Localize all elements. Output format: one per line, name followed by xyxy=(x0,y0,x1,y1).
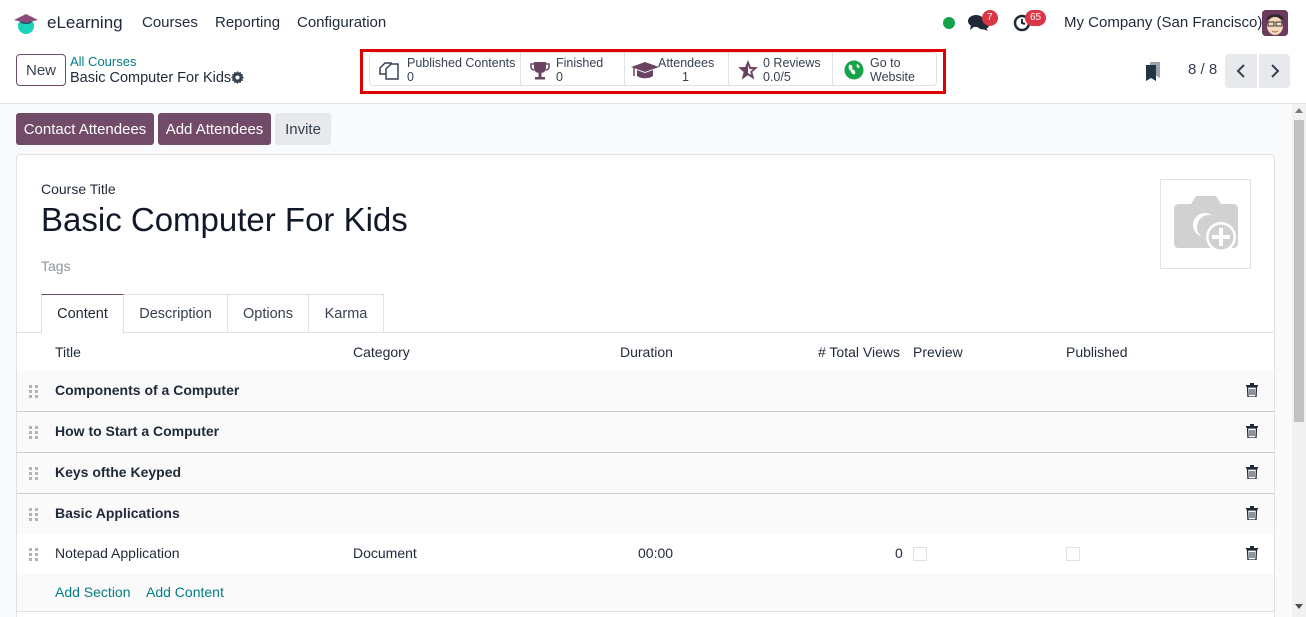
trophy-icon xyxy=(530,62,550,80)
pager-previous-button[interactable] xyxy=(1225,54,1257,88)
trash-icon[interactable] xyxy=(1246,383,1258,397)
column-total-views[interactable]: # Total Views xyxy=(818,344,900,360)
content-title[interactable]: Notepad Application xyxy=(55,545,180,561)
company-switcher[interactable]: My Company (San Francisco) xyxy=(1064,14,1262,31)
published-checkbox[interactable] xyxy=(1066,547,1080,561)
add-attendees-button[interactable]: Add Attendees xyxy=(158,113,271,145)
tab-description[interactable]: Description xyxy=(124,294,228,333)
tags-input[interactable]: Tags xyxy=(41,258,71,274)
table-row-section[interactable]: How to Start a Computer xyxy=(17,412,1274,453)
content-category: Document xyxy=(353,545,417,561)
table-row-content[interactable]: Notepad Application Document 00:00 0 xyxy=(17,534,1274,575)
bookmark-icon[interactable] xyxy=(1144,60,1162,82)
contact-attendees-button[interactable]: Contact Attendees xyxy=(16,113,154,145)
stat-label: Published Contents xyxy=(407,56,516,70)
stat-go-to-website[interactable]: Go to Website xyxy=(833,52,937,86)
page-scrollbar[interactable] xyxy=(1292,104,1306,617)
column-category[interactable]: Category xyxy=(353,344,410,360)
chevron-right-icon xyxy=(1270,64,1279,78)
pager-value[interactable]: 8 / 8 xyxy=(1188,61,1217,78)
section-title[interactable]: Keys ofthe Keyped xyxy=(55,464,181,480)
scroll-down-arrow-icon[interactable] xyxy=(1295,604,1303,609)
stat-value: 0 xyxy=(556,70,563,84)
section-title[interactable]: How to Start a Computer xyxy=(55,423,219,439)
documents-icon xyxy=(379,62,399,80)
stat-value: Website xyxy=(870,70,915,84)
breadcrumb-all-courses[interactable]: All Courses xyxy=(70,54,136,69)
scroll-thumb[interactable] xyxy=(1294,120,1304,422)
drag-handle-icon[interactable] xyxy=(29,467,38,480)
camera-add-icon xyxy=(1173,196,1238,252)
column-published[interactable]: Published xyxy=(1066,344,1128,360)
stat-published-contents[interactable]: Published Contents 0 xyxy=(369,52,521,86)
table-header: Title Category Duration # Total Views Pr… xyxy=(17,333,1274,372)
table-row-section[interactable]: Basic Applications xyxy=(17,494,1274,535)
stat-reviews[interactable]: 0 Reviews 0.0/5 xyxy=(729,52,833,86)
add-content-link[interactable]: Add Content xyxy=(146,584,224,600)
add-section-link[interactable]: Add Section xyxy=(55,584,131,600)
globe-icon xyxy=(844,60,864,80)
tab-options[interactable]: Options xyxy=(228,294,309,333)
stat-value: 0.0/5 xyxy=(763,70,791,84)
stat-value: 0 xyxy=(407,70,414,84)
course-image-upload[interactable] xyxy=(1160,179,1251,269)
menu-configuration[interactable]: Configuration xyxy=(297,14,386,31)
menu-reporting[interactable]: Reporting xyxy=(215,14,280,31)
table-row-section[interactable]: Components of a Computer xyxy=(17,371,1274,412)
online-status-icon[interactable] xyxy=(943,17,955,29)
trash-icon[interactable] xyxy=(1246,424,1258,438)
course-title-input[interactable]: Basic Computer For Kids xyxy=(41,201,408,239)
activities-count-badge: 65 xyxy=(1025,10,1047,26)
tab-content[interactable]: Content xyxy=(41,294,124,334)
elearning-logo-icon[interactable] xyxy=(14,11,38,35)
pager-next-button[interactable] xyxy=(1258,54,1290,88)
trash-icon[interactable] xyxy=(1246,546,1258,560)
content-total-views: 0 xyxy=(895,545,903,561)
drag-handle-icon[interactable] xyxy=(29,426,38,439)
stat-label: Finished xyxy=(556,56,604,70)
stat-finished[interactable]: Finished 0 xyxy=(521,52,625,86)
user-avatar[interactable] xyxy=(1262,10,1288,36)
content-duration: 00:00 xyxy=(638,545,674,561)
scroll-up-arrow-icon[interactable] xyxy=(1295,108,1303,113)
course-title-label: Course Title xyxy=(41,181,116,197)
table-row-section[interactable]: Keys ofthe Keyped xyxy=(17,453,1274,494)
app-name[interactable]: eLearning xyxy=(47,13,123,33)
new-button[interactable]: New xyxy=(16,54,66,86)
trash-icon[interactable] xyxy=(1246,506,1258,520)
star-icon xyxy=(738,60,758,80)
breadcrumb-current: Basic Computer For Kids xyxy=(70,70,232,86)
messages-count-badge: 7 xyxy=(982,10,998,26)
section-title[interactable]: Basic Applications xyxy=(55,505,180,521)
avatar-face-icon xyxy=(1262,10,1288,36)
form-sheet: Course Title Basic Computer For Kids Tag… xyxy=(16,154,1275,617)
drag-handle-icon[interactable] xyxy=(29,385,38,398)
tab-karma[interactable]: Karma xyxy=(309,294,384,333)
preview-checkbox[interactable] xyxy=(913,547,927,561)
stat-label: Attendees xyxy=(658,56,715,70)
control-panel: New All Courses Basic Computer For Kids … xyxy=(0,46,1306,104)
trash-icon[interactable] xyxy=(1246,465,1258,479)
chevron-left-icon xyxy=(1236,64,1245,78)
drag-handle-icon[interactable] xyxy=(29,548,38,561)
stat-value: 1 xyxy=(682,70,689,84)
graduation-cap-icon xyxy=(631,62,659,79)
stat-label: Go to xyxy=(870,56,901,70)
stat-attendees[interactable]: Attendees 1 xyxy=(625,52,729,86)
gear-icon[interactable] xyxy=(231,71,244,84)
column-duration[interactable]: Duration xyxy=(620,344,673,360)
stat-label: 0 Reviews xyxy=(763,56,821,70)
column-title[interactable]: Title xyxy=(55,344,81,360)
invite-button[interactable]: Invite xyxy=(275,113,331,145)
top-navbar: eLearning Courses Reporting Configuratio… xyxy=(0,0,1306,46)
menu-courses[interactable]: Courses xyxy=(142,14,198,31)
add-line-row: Add Section Add Content xyxy=(17,573,1274,612)
column-preview[interactable]: Preview xyxy=(913,344,963,360)
form-tabs: Content Description Options Karma xyxy=(17,294,1274,334)
drag-handle-icon[interactable] xyxy=(29,508,38,521)
section-title[interactable]: Components of a Computer xyxy=(55,382,239,398)
